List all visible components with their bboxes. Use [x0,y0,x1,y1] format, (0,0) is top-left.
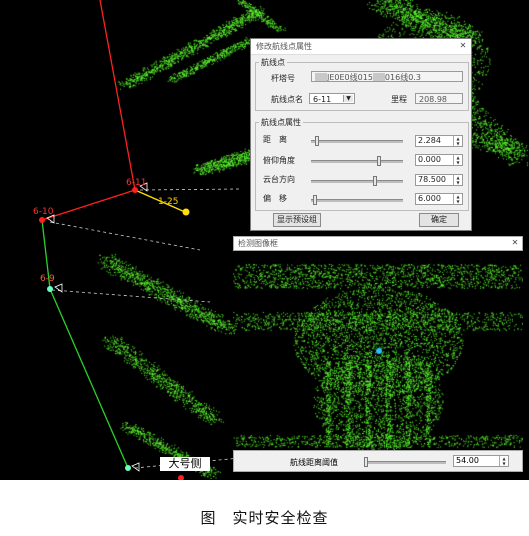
route-dash-2 [49,221,201,251]
detection-window: 检测图像框 ✕ 航线距离阈值 54.00 ▲ ▼ [233,236,523,474]
chevron-down-icon[interactable]: ▼ [343,95,353,102]
tower-value-b: 016线0.3 [384,73,421,82]
distance-label: 里程 [391,95,407,104]
close-icon[interactable]: ✕ [510,238,520,248]
tower-label: 杆塔号 [271,74,295,83]
edit-waypoint-dialog: 修改航线点属性 ✕ 航线点 杆塔号 JE0E0线015 016线0.3 航线点名 … [250,38,472,231]
show-preset-button[interactable]: 显示预设组 [273,213,321,227]
route-segment-red-mid [41,189,136,221]
slider-thumb[interactable] [315,136,319,146]
pitch-spin[interactable]: 0.000 ▲ ▼ [415,154,463,166]
waypoint-marker [178,475,184,480]
tower-value-a: JE0E0线015 [327,73,373,82]
spin-buttons[interactable]: ▲ ▼ [453,175,462,185]
distance-field: 208.98 [415,93,463,104]
spin-buttons[interactable]: ▲ ▼ [499,456,508,466]
pitch-slider[interactable] [311,156,403,166]
route-dash-1 [139,188,241,191]
slider-thumb[interactable] [313,195,317,205]
slider-thumb[interactable] [373,176,377,186]
offset-spin[interactable]: 6.000 ▲ ▼ [415,193,463,205]
figure-caption: 图 实时安全检查 [200,509,329,527]
safety-distance-slider[interactable] [364,457,446,467]
distance-row-label: 距 离 [263,135,287,144]
waypoint-attr-group-title: 航线点属性 [261,118,301,127]
spin-buttons[interactable]: ▲ ▼ [453,194,462,204]
point-name-select[interactable]: 6-11 ▼ [309,93,355,104]
distance-slider[interactable] [311,136,403,146]
spin-buttons[interactable]: ▲ ▼ [453,155,462,165]
point-cloud-viewport[interactable]: 6-11 6-10 6-9 1-25 大号侧 检测图像框 ✕ 航线距离阈值 54… [0,0,529,480]
distance-spin[interactable]: 2.284 ▲ ▼ [415,135,463,147]
gimbal-slider[interactable] [311,176,403,186]
ok-button[interactable]: 确定 [419,213,459,227]
redacted-block [372,73,385,81]
detection-canvas [233,251,523,451]
route-segment-green-b [49,288,129,469]
slider-thumb[interactable] [377,156,381,166]
gimbal-row-label: 云台方向 [263,175,295,184]
detection-window-title: 检测图像框 [233,236,523,251]
waypoint-marker [47,286,53,292]
offset-row-label: 偏 移 [263,194,287,203]
waypoint-marker [39,217,45,223]
slider-thumb[interactable] [364,457,368,467]
distance-row-value: 2.284 [418,136,441,145]
waypoint-label: 6-10 [33,207,54,217]
offset-row-value: 6.000 [418,194,441,203]
gimbal-row-value: 78.500 [418,175,446,184]
redacted-block [315,73,327,81]
offset-slider[interactable] [311,195,403,205]
pitch-row-label: 俯仰角度 [263,156,295,165]
pitch-row-value: 0.000 [418,155,441,164]
tower-field: JE0E0线015 016线0.3 [311,71,463,82]
waypoint-marker [125,465,131,471]
gimbal-spin[interactable]: 78.500 ▲ ▼ [415,174,463,186]
point-name-label: 航线点名 [271,95,303,104]
safety-distance-label: 航线距离阈值 [290,458,338,467]
waypoint-marker-selected [182,208,190,216]
point-name-value: 6-11 [313,95,332,104]
waypoint-group-title: 航线点 [261,58,285,67]
close-icon[interactable]: ✕ [458,41,468,51]
side-label: 大号侧 [160,457,210,471]
waypoint-label: 1-25 [158,197,179,207]
camera-icon [131,462,140,472]
route-dash-3 [51,289,211,303]
waypoint-label: 6-11 [126,178,147,188]
safety-distance-bar: 航线距离阈值 54.00 ▲ ▼ [233,450,523,472]
route-segment-red-top [99,0,136,191]
spin-buttons[interactable]: ▲ ▼ [453,136,462,146]
waypoint-label: 6-9 [40,274,55,284]
dialog-title: 修改航线点属性 [251,39,471,55]
safety-distance-value: 54.00 [456,456,479,465]
safety-distance-input[interactable]: 54.00 ▲ ▼ [453,455,509,467]
